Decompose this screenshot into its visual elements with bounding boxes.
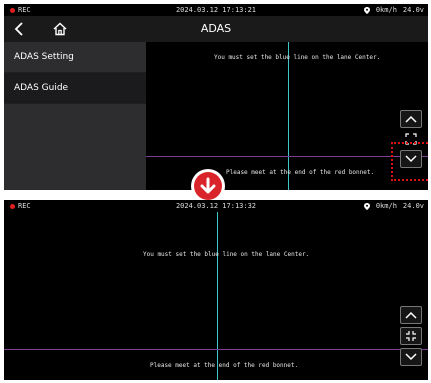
speed-readout: 0km/h [375,6,397,14]
bonnet-hint: Please meet at the end of the red bonnet… [226,169,375,176]
title-bar: ADAS [4,16,428,42]
bonnet-hint: Please meet at the end of the red bonnet… [150,362,299,369]
bonnet-line[interactable] [4,349,428,350]
location-icon [363,6,370,14]
bottom-screen: REC 2024.03.12 17:13:32 0km/h 24.0v You … [4,200,428,380]
lane-hint: You must set the blue line on the lane C… [214,54,381,61]
menu-item-adas-setting[interactable]: ADAS Setting [4,42,146,73]
page-title: ADAS [200,22,232,35]
chevron-up-icon [405,311,417,319]
arrow-down-icon [200,177,216,194]
transition-arrow [191,169,225,203]
shrink-icon [406,331,416,341]
chevron-up-icon [405,115,417,123]
down-button-highlight [391,142,428,181]
shrink-button[interactable] [400,327,422,345]
lane-center-line[interactable] [288,42,289,190]
up-button[interactable] [400,306,422,324]
bonnet-line[interactable] [146,156,428,157]
chevron-down-icon [405,353,417,361]
speed-readout: 0km/h [375,202,397,210]
lane-hint: You must set the blue line on the lane C… [143,251,310,258]
status-bar: REC 2024.03.12 17:13:21 0km/h 24.0v [4,4,428,16]
voltage-readout: 24.0v [402,202,424,210]
voltage-readout: 24.0v [402,6,424,14]
up-button[interactable] [400,110,422,128]
top-screen: REC 2024.03.12 17:13:21 0km/h 24.0v ADAS… [4,4,428,190]
sidebar: ADAS Setting ADAS Guide [4,42,146,190]
lane-center-line[interactable] [217,212,218,380]
menu-item-adas-guide[interactable]: ADAS Guide [4,73,146,104]
status-bar: REC 2024.03.12 17:13:32 0km/h 24.0v [4,200,428,212]
location-icon [363,202,370,210]
down-button[interactable] [400,348,422,366]
